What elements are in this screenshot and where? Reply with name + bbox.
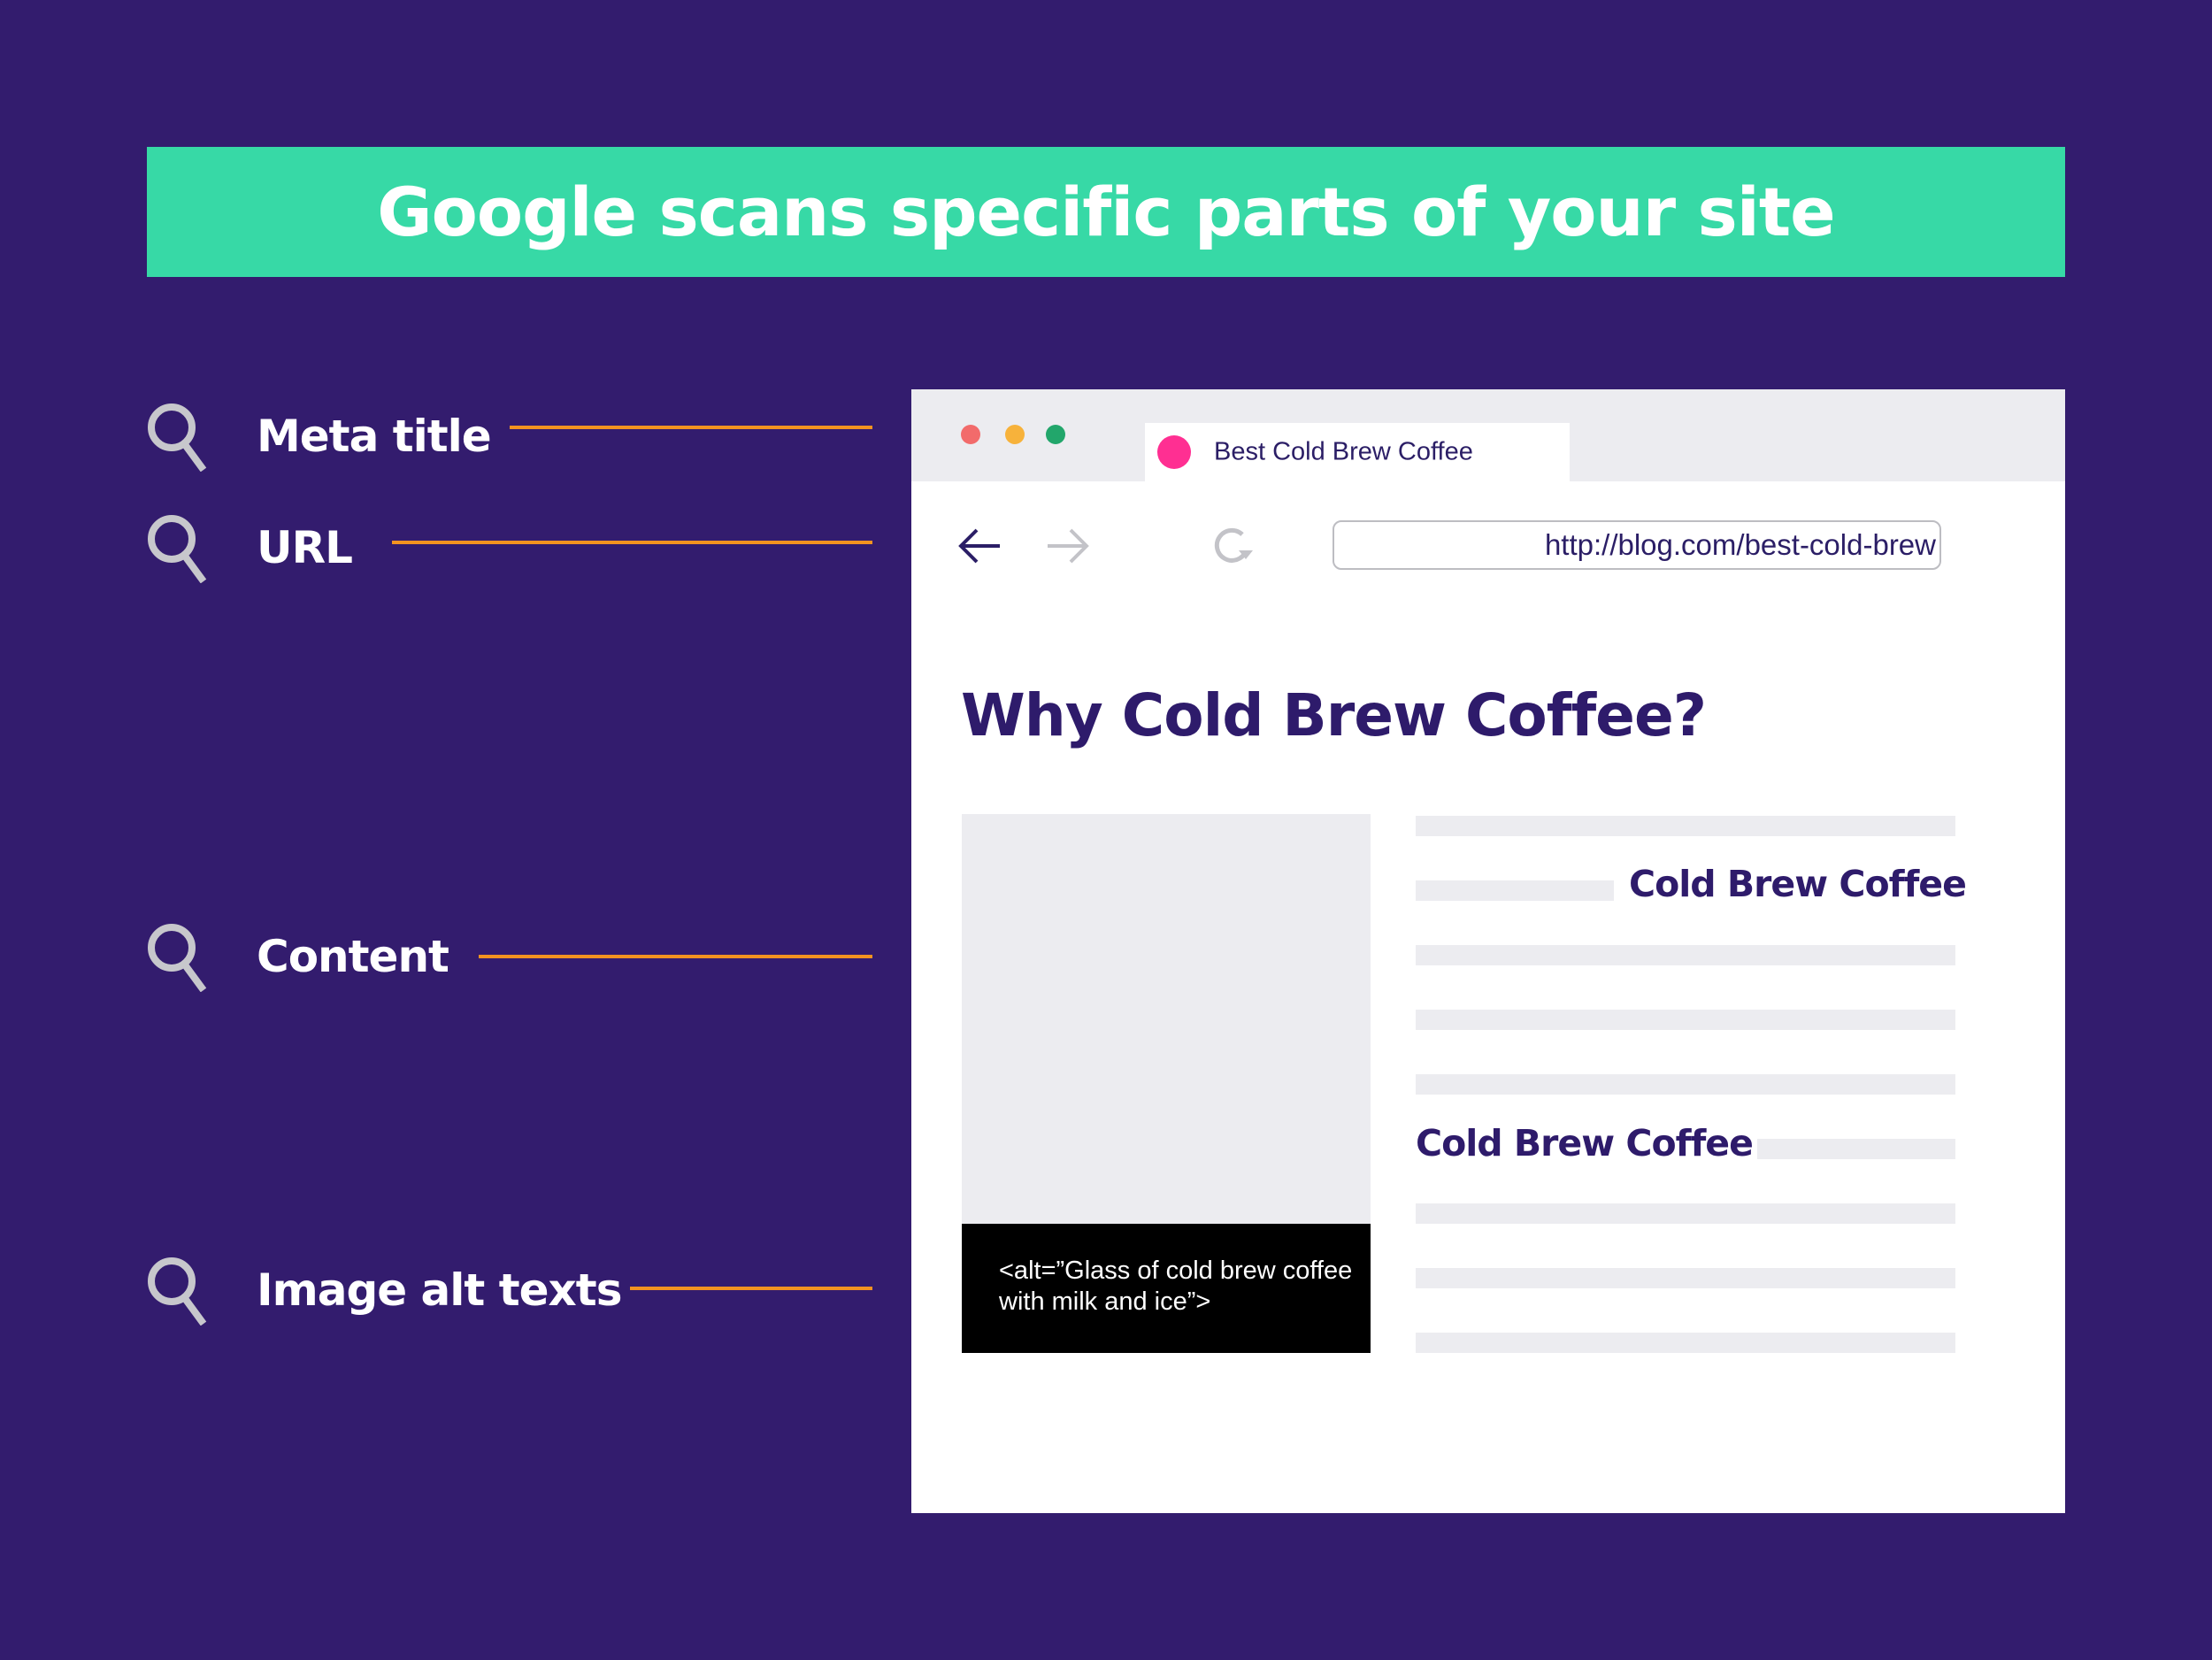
maximize-window-dot[interactable] [1046, 425, 1065, 444]
text-line [1416, 1074, 1955, 1095]
address-bar[interactable]: http://blog.com/best-cold-brew [1333, 520, 1941, 570]
label-text: URL [257, 522, 353, 573]
label-text: Image alt texts [257, 1264, 622, 1316]
text-line [1416, 880, 1614, 901]
label-content: Content [145, 921, 872, 992]
label-meta-title: Meta title [145, 401, 872, 472]
connector-line [392, 541, 872, 544]
label-text: Content [257, 931, 449, 982]
tab-bar: Best Cold Brew Coffee [911, 389, 2065, 481]
connector-line [510, 426, 872, 429]
tab-title: Best Cold Brew Coffee [1214, 437, 1473, 466]
text-line [1757, 1139, 1955, 1159]
url-text: http://blog.com/best-cold-brew [1544, 528, 1936, 561]
label-url: URL [145, 512, 872, 583]
connector-line [630, 1287, 872, 1290]
browser-tab[interactable]: Best Cold Brew Coffee [1145, 423, 1570, 481]
banner-title: Google scans specific parts of your site [377, 173, 1835, 251]
arrow-left-icon[interactable] [956, 522, 1003, 570]
text-line [1416, 1203, 1955, 1224]
text-line [1416, 1010, 1955, 1030]
browser-window: Best Cold Brew Coffee http://blog.com/be… [911, 389, 2065, 1513]
label-image-alt: Image alt texts [145, 1255, 872, 1326]
image-placeholder [962, 814, 1371, 1224]
subheading: Cold Brew Coffee [1629, 863, 1967, 905]
connector-line [479, 955, 872, 958]
search-icon [148, 403, 207, 472]
favicon-icon [1157, 435, 1191, 469]
minimize-window-dot[interactable] [1005, 425, 1025, 444]
reload-icon[interactable] [1209, 522, 1256, 570]
text-line [1416, 1268, 1955, 1288]
search-icon [148, 924, 207, 992]
page-heading: Why Cold Brew Coffee? [961, 681, 1707, 749]
text-line [1416, 816, 1955, 836]
image-alt-text: <alt=”Glass of cold brew coffee with mil… [999, 1257, 1353, 1316]
search-icon [148, 515, 207, 583]
search-icon [148, 1257, 207, 1326]
image-alt-box: <alt=”Glass of cold brew coffee with mil… [962, 1224, 1371, 1353]
arrow-right-icon[interactable] [1044, 522, 1092, 570]
label-text: Meta title [257, 411, 492, 462]
close-window-dot[interactable] [961, 425, 980, 444]
header-banner: Google scans specific parts of your site [147, 147, 2065, 277]
subheading: Cold Brew Coffee [1416, 1122, 1754, 1164]
text-line [1416, 1333, 1955, 1353]
text-line [1416, 945, 1955, 965]
